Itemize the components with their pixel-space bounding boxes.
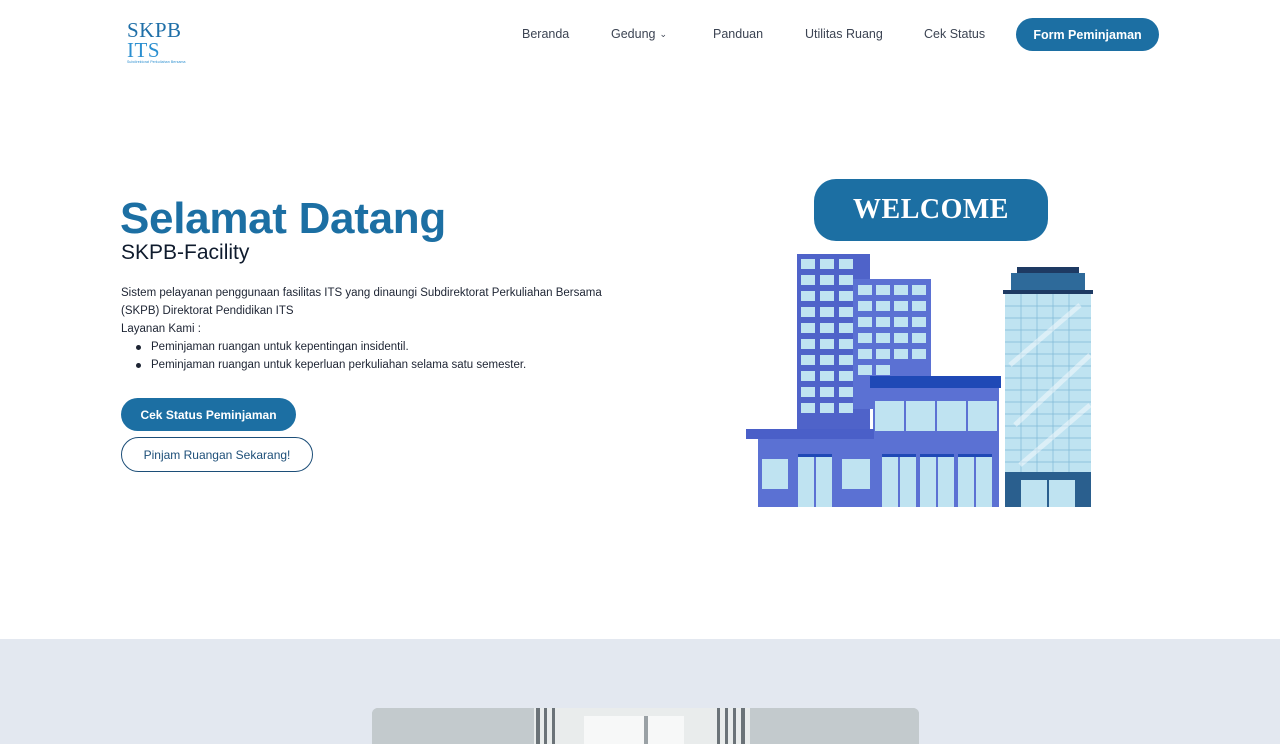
- skpb-its-logo[interactable]: SKPB ITS Subdirektorat Perkuliahan Bersa…: [127, 20, 203, 65]
- nav-link-panduan[interactable]: Panduan: [713, 27, 763, 42]
- building-photo: [372, 708, 919, 744]
- front-building: [746, 376, 1001, 507]
- services-label: Layanan Kami :: [121, 323, 201, 335]
- nav-link-gedung-label: Gedung: [611, 27, 656, 41]
- top-navbar: SKPB ITS Subdirektorat Perkuliahan Bersa…: [0, 0, 1280, 68]
- chevron-down-icon: ⌄: [659, 29, 668, 39]
- cek-status-peminjaman-button[interactable]: Cek Status Peminjaman: [121, 398, 296, 431]
- nav-link-cek-status[interactable]: Cek Status: [924, 27, 985, 42]
- pinjam-ruangan-button[interactable]: Pinjam Ruangan Sekarang!: [121, 437, 313, 472]
- hero-description-text: Sistem pelayanan penggunaan fasilitas IT…: [121, 287, 602, 317]
- list-item: Peminjaman ruangan untuk kepentingan ins…: [135, 338, 526, 356]
- form-peminjaman-button[interactable]: Form Peminjaman: [1016, 18, 1159, 51]
- logo-subtitle: Subdirektorat Perkuliahan Bersama: [127, 60, 186, 64]
- right-glass-tower: [1003, 267, 1093, 507]
- buildings-svg: [746, 254, 1093, 507]
- hero-description: Sistem pelayanan penggunaan fasilitas IT…: [121, 284, 631, 338]
- nav-link-beranda[interactable]: Beranda: [522, 27, 569, 42]
- logo-its-text: ITS: [127, 38, 160, 62]
- hero-subtitle: SKPB-Facility: [121, 241, 250, 264]
- building-photo-image: [372, 708, 919, 744]
- gallery-section: [0, 639, 1280, 744]
- nav-link-gedung[interactable]: Gedung ⌄: [611, 27, 667, 42]
- nav-link-utilitas-ruang[interactable]: Utilitas Ruang: [805, 27, 883, 42]
- buildings-illustration: WELCOME: [740, 175, 1100, 515]
- services-list: Peminjaman ruangan untuk kepentingan ins…: [135, 338, 526, 374]
- list-item: Peminjaman ruangan untuk keperluan perku…: [135, 356, 526, 374]
- hero-title: Selamat Datang: [120, 194, 446, 243]
